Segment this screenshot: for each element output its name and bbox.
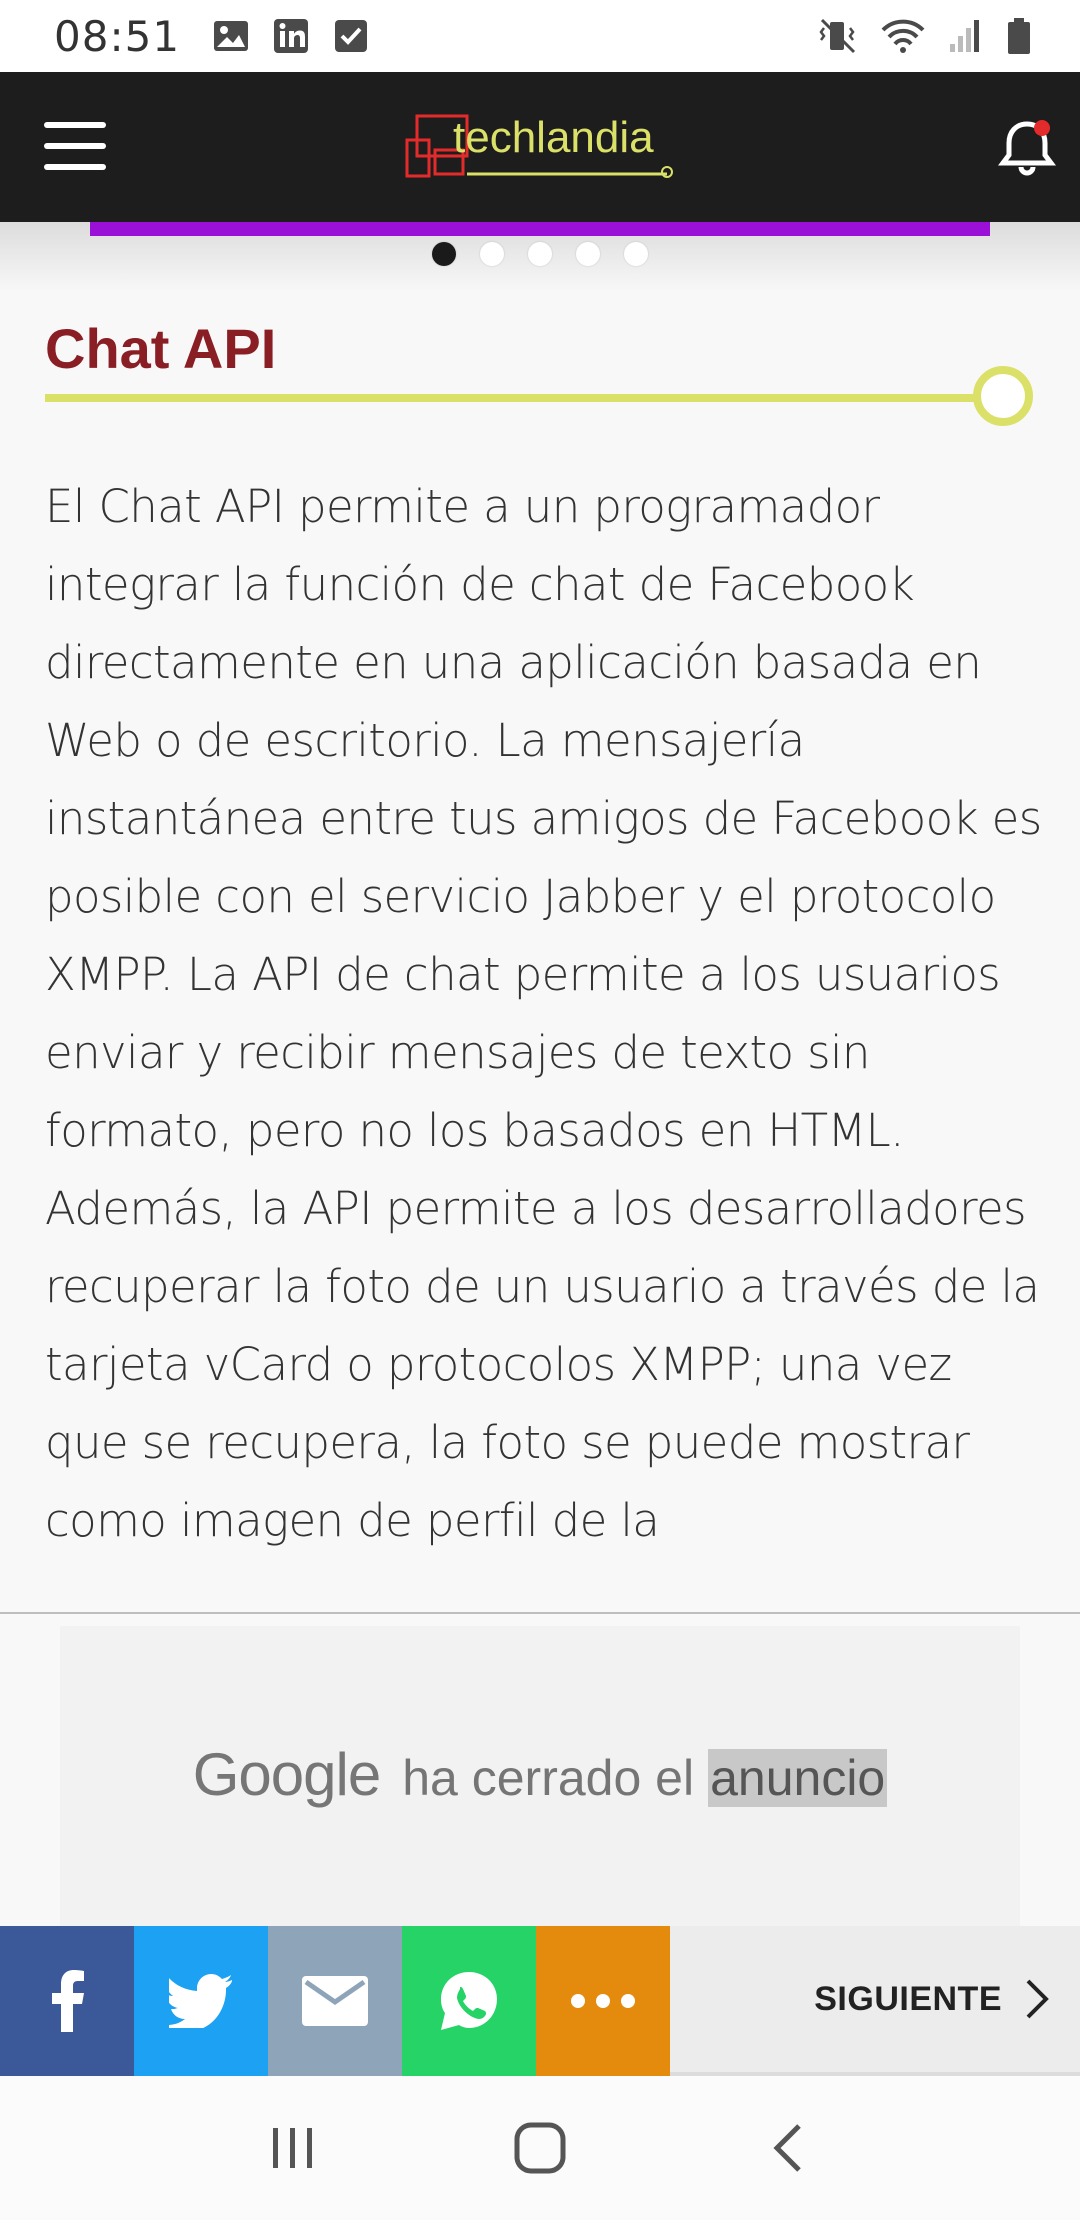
status-notification-icons — [212, 17, 370, 55]
recents-icon — [273, 2128, 313, 2168]
twitter-icon — [169, 1974, 232, 2028]
signal-icon — [950, 20, 979, 52]
status-time: 08:51 — [54, 11, 181, 61]
email-share-button[interactable] — [268, 1926, 402, 2076]
techlandia-logo[interactable]: techlandia — [405, 100, 675, 190]
home-icon — [514, 2122, 566, 2174]
ad-closed-text: ha cerrado el — [402, 1750, 695, 1806]
carousel-dots — [0, 242, 1080, 266]
whatsapp-share-button[interactable] — [402, 1926, 536, 2076]
check-square-icon — [335, 20, 368, 52]
article-body-text: El Chat API permite a un programador int… — [45, 480, 1042, 1547]
bell-icon[interactable] — [994, 114, 1060, 180]
article-section-title: Chat API — [45, 317, 277, 380]
carousel-slide-bar — [90, 222, 990, 236]
vibrate-icon — [819, 18, 856, 54]
twitter-share-button[interactable] — [134, 1926, 268, 2076]
more-share-button[interactable] — [536, 1926, 670, 2076]
ad-highlight-word: anuncio — [708, 1749, 888, 1807]
back-button[interactable] — [747, 2108, 827, 2188]
logo-text: techlandia — [453, 113, 654, 162]
status-bar: 08:51 — [0, 0, 1080, 72]
hamburger-line — [44, 122, 106, 128]
next-label: SIGUIENTE — [814, 1979, 1002, 2018]
ad-closed-message: Google ha cerrado el anuncio — [0, 1740, 1080, 1809]
carousel-dot[interactable] — [480, 242, 504, 266]
wifi-icon — [881, 19, 925, 53]
facebook-icon — [52, 1970, 84, 2032]
title-underline-circle — [973, 366, 1033, 426]
hamburger-line — [44, 164, 106, 170]
chevron-right-icon — [1026, 1979, 1049, 2019]
linkedin-icon — [274, 19, 309, 53]
google-logo: Google — [192, 1741, 381, 1808]
screen: 08:51 techlandia Chat API El Chat API pe… — [0, 0, 1080, 2220]
site-header: techlandia — [0, 72, 1080, 222]
system-nav-bar — [0, 2076, 1080, 2220]
share-bar: SIGUIENTE — [0, 1926, 1080, 2076]
hamburger-line — [44, 143, 106, 149]
home-button[interactable] — [500, 2108, 580, 2188]
status-system-icons — [818, 16, 1032, 56]
hamburger-menu-button[interactable] — [44, 122, 106, 170]
back-icon — [773, 2124, 801, 2172]
carousel-dot[interactable] — [528, 242, 552, 266]
whatsapp-icon — [441, 1972, 497, 2030]
more-icon — [571, 1994, 635, 2008]
carousel-dot[interactable] — [624, 242, 648, 266]
image-icon — [214, 21, 249, 51]
title-underline — [45, 394, 985, 402]
battery-icon — [1008, 18, 1030, 54]
carousel-dot[interactable] — [576, 242, 600, 266]
facebook-share-button[interactable] — [0, 1926, 134, 2076]
mail-icon — [302, 1976, 368, 2026]
next-article-button[interactable]: SIGUIENTE — [670, 1926, 1080, 2076]
recents-button[interactable] — [253, 2108, 333, 2188]
carousel-dot[interactable] — [432, 242, 456, 266]
